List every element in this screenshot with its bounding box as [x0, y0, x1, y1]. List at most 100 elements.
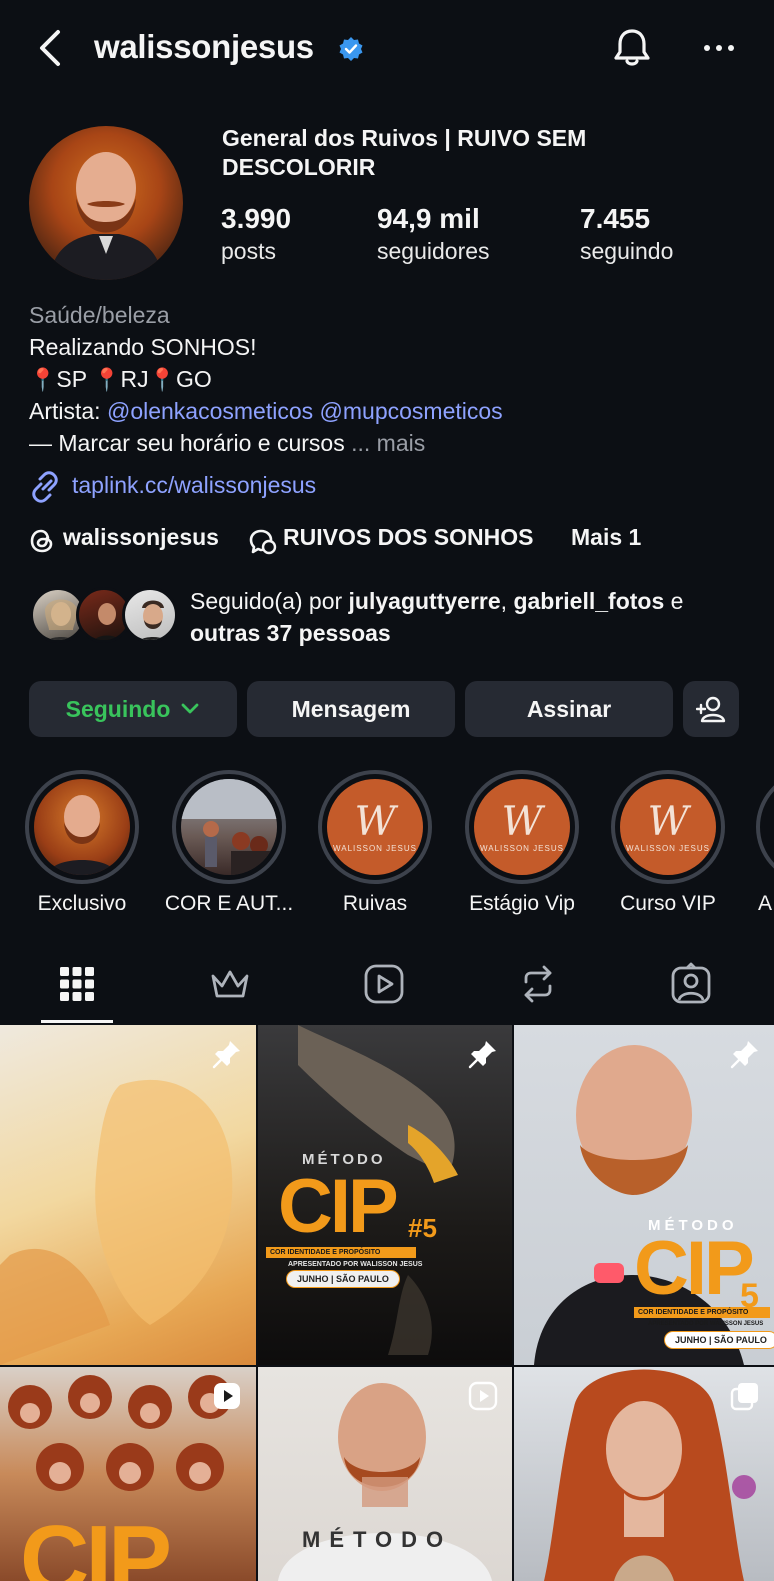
- highlight-cover: W WALISSON JESUS: [620, 779, 716, 875]
- community-name[interactable]: RUIVOS DOS SONHOS: [283, 524, 533, 551]
- verified-badge-icon: [339, 37, 363, 61]
- bio-location: SP: [56, 366, 87, 392]
- followed-by-joiner: e: [670, 588, 684, 614]
- highlight-label: Curso VIP: [620, 892, 716, 915]
- more-horizontal-icon[interactable]: [702, 38, 736, 58]
- bio-locations: 📍SP 📍RJ📍GO: [29, 363, 212, 396]
- carousel-icon: [730, 1383, 758, 1411]
- post-thumbnail[interactable]: [0, 1025, 256, 1365]
- post-thumbnail[interactable]: [514, 1367, 774, 1581]
- bio-location: GO: [176, 366, 212, 392]
- highlight-item[interactable]: COR E AUT...: [165, 770, 293, 915]
- followed-by-others: outras 37 pessoas: [190, 620, 391, 646]
- brand-logo-text: WALISSON JESUS: [626, 843, 710, 853]
- tagged-icon[interactable]: [669, 962, 713, 1006]
- highlight-item[interactable]: W WALISSON JESUS Ruivas: [317, 770, 433, 915]
- reels-icon[interactable]: [362, 962, 406, 1006]
- brand-logo: W: [501, 798, 543, 845]
- subscribe-button-label: Assinar: [526, 695, 612, 722]
- highlight-ring: [172, 770, 286, 884]
- highlight-ring: [25, 770, 139, 884]
- bio-line-text: — Marcar seu horário e cursos: [29, 430, 345, 456]
- brand-logo-text: WALISSON JESUS: [480, 843, 564, 853]
- profile-display-name: General dos Ruivos | RUIVO SEM DESCOLORI…: [222, 125, 587, 180]
- highlight-cover: W WALISSON JESUS: [327, 779, 423, 875]
- stat-following[interactable]: 7.455 seguindo: [580, 202, 673, 266]
- highlight-cover: [34, 779, 130, 875]
- followed-by[interactable]: Seguido(a) por julyaguttyerre, gabriell_…: [30, 585, 750, 651]
- pin-icon: 📍: [29, 367, 57, 392]
- crown-icon[interactable]: [208, 962, 252, 1006]
- highlight-cover: [181, 779, 277, 875]
- post-text: COR IDENTIDADE E PROPÓSITO: [634, 1307, 770, 1318]
- post-thumbnail[interactable]: MÉTODO CIP 5 COR IDENTIDADE E PROPÓSITO …: [514, 1025, 774, 1365]
- bio-location: RJ: [120, 366, 149, 392]
- avatar: [122, 587, 178, 643]
- stat-following-label: seguindo: [580, 238, 674, 264]
- threads-icon: [30, 529, 53, 553]
- brand-logo: W: [647, 798, 689, 845]
- message-button-label: Mensagem: [291, 695, 411, 722]
- profile-link-text: taplink.cc/walissonjesus: [72, 472, 317, 498]
- pin-icon: [212, 1041, 240, 1069]
- highlight-ring: W WALISSON JESUS: [611, 770, 725, 884]
- post-thumbnail[interactable]: CIP: [0, 1367, 256, 1581]
- brand-logo: W: [354, 798, 396, 845]
- message-button[interactable]: Mensagem: [247, 681, 455, 737]
- followed-by-text: Seguido(a) por julyaguttyerre, gabriell_…: [190, 588, 684, 646]
- threads-handle[interactable]: walissonjesus: [63, 524, 219, 551]
- post-text: CIP: [20, 1506, 172, 1581]
- highlight-item[interactable]: W WALISSON JESUS Curso VIP: [610, 770, 726, 915]
- stat-posts-label: posts: [221, 238, 276, 264]
- profile-category: Saúde/beleza: [29, 302, 170, 328]
- highlight-label: Ruivas: [342, 892, 408, 915]
- follower-name: gabriell_fotos: [513, 588, 665, 614]
- post-text: COR IDENTIDADE E PROPÓSITO: [266, 1247, 416, 1258]
- profile-avatar[interactable]: [29, 126, 183, 280]
- reposts-icon[interactable]: [516, 962, 560, 1006]
- highlight-label: Exclusivo: [37, 892, 127, 915]
- post-text: JUNHO | SÃO PAULO: [664, 1331, 774, 1349]
- suggest-people-button[interactable]: [683, 681, 739, 737]
- post-text: CIP: [278, 1164, 399, 1249]
- more-links[interactable]: Mais 1: [571, 524, 641, 551]
- stat-posts-value: 3.990: [221, 203, 292, 234]
- pin-icon: 📍: [148, 367, 177, 392]
- post-text: APRESENTADO POR WALISSON JESUS: [288, 1261, 423, 1268]
- link-icon: [32, 471, 58, 503]
- stat-posts[interactable]: 3.990 posts: [221, 202, 291, 266]
- reel-play-icon: [214, 1383, 240, 1409]
- grid-icon[interactable]: [55, 962, 99, 1006]
- post-text: APRESENTADO POR WALISSON JESUS: [648, 1321, 764, 1327]
- stat-followers[interactable]: 94,9 mil seguidores: [377, 202, 490, 266]
- bio-line: — Marcar seu horário e cursos ... mais: [29, 427, 425, 459]
- following-button[interactable]: Seguindo: [29, 681, 237, 737]
- active-tab-indicator: [41, 1020, 113, 1023]
- stat-followers-value: 94,9 mil: [377, 203, 480, 234]
- highlight-label: COR E AUT...: [164, 892, 294, 915]
- post-text: #5: [408, 1213, 437, 1243]
- pin-icon: [730, 1041, 758, 1069]
- post-thumbnail[interactable]: MÉTODO: [258, 1367, 512, 1581]
- bio-mention-link[interactable]: @olenkacosmeticos: [107, 398, 313, 424]
- profile-tabs: [0, 950, 774, 1024]
- bell-icon[interactable]: [611, 26, 653, 70]
- bio-line: Realizando SONHOS!: [29, 334, 257, 360]
- chevron-left-icon[interactable]: [30, 26, 70, 70]
- post-thumbnail[interactable]: MÉTODO CIP #5 COR IDENTIDADE E PROPÓSITO…: [258, 1025, 512, 1365]
- posts-grid: MÉTODO CIP #5 COR IDENTIDADE E PROPÓSITO…: [0, 1025, 774, 1581]
- following-button-label: Seguindo: [65, 695, 171, 722]
- bio-mention-link[interactable]: @mupcosmeticos: [320, 398, 503, 424]
- bio-more-link[interactable]: ... mais: [351, 430, 425, 456]
- stat-followers-label: seguidores: [377, 238, 490, 264]
- highlight-ring: [756, 770, 774, 884]
- highlight-item[interactable]: Exclusivo: [24, 770, 140, 915]
- chevron-down-icon: [181, 703, 199, 714]
- pin-icon: [468, 1041, 496, 1069]
- reel-play-icon: [468, 1381, 498, 1411]
- stat-following-value: 7.455: [580, 203, 651, 234]
- highlight-item[interactable]: A: [756, 770, 774, 930]
- highlight-item[interactable]: W WALISSON JESUS Estágio Vip: [464, 770, 580, 915]
- post-text: JUNHO | SÃO PAULO: [286, 1270, 400, 1288]
- subscribe-button[interactable]: Assinar: [465, 681, 673, 737]
